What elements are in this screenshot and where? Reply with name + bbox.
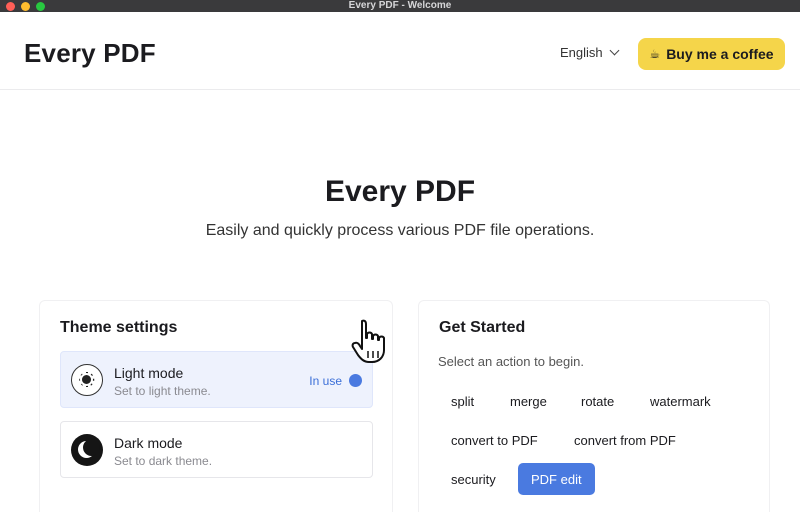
moon-icon	[71, 434, 103, 466]
chevron-down-icon	[609, 45, 620, 56]
dark-mode-label: Dark mode	[114, 435, 183, 451]
get-started-title: Get Started	[439, 319, 526, 336]
coffee-cup-icon: ☕	[649, 47, 661, 61]
selected-radio-indicator	[349, 374, 362, 387]
app-header: Every PDF English ☕ Buy me a coffee	[0, 12, 800, 90]
language-label: English	[560, 45, 603, 60]
security-action-button[interactable]: security	[438, 463, 509, 495]
brand-logo[interactable]: Every PDF	[24, 38, 156, 69]
convert-to-pdf-action-button[interactable]: convert to PDF	[438, 424, 551, 456]
convert-from-pdf-action-button[interactable]: convert from PDF	[561, 424, 689, 456]
merge-action-button[interactable]: merge	[497, 385, 560, 417]
dark-mode-option[interactable]: Dark mode Set to dark theme.	[60, 421, 373, 478]
buy-me-a-coffee-button[interactable]: ☕ Buy me a coffee	[638, 38, 785, 70]
theme-settings-title: Theme settings	[60, 319, 178, 336]
coffee-button-label: Buy me a coffee	[666, 46, 774, 62]
rotate-action-button[interactable]: rotate	[568, 385, 627, 417]
light-mode-description: Set to light theme.	[114, 384, 211, 398]
close-window-button[interactable]	[6, 2, 15, 11]
dark-mode-description: Set to dark theme.	[114, 454, 213, 468]
hero-title: Every PDF	[324, 175, 476, 208]
get-started-description: Select an action to begin.	[438, 354, 584, 369]
watermark-action-button[interactable]: watermark	[637, 385, 724, 417]
zoom-window-button[interactable]	[36, 2, 45, 11]
theme-settings-card: Theme settings Light mode Set to light t…	[39, 300, 393, 512]
pdf-edit-action-button[interactable]: PDF edit	[518, 463, 595, 495]
language-selector[interactable]: English	[560, 45, 620, 60]
hero-subtitle: Easily and quickly process various PDF f…	[205, 222, 595, 239]
pointer-hand-cursor-icon	[351, 319, 385, 363]
light-mode-label: Light mode	[114, 365, 184, 381]
traffic-lights	[6, 2, 45, 11]
window-title: Every PDF - Welcome	[348, 0, 452, 11]
split-action-button[interactable]: split	[438, 385, 487, 417]
window-titlebar: Every PDF - Welcome	[0, 0, 800, 12]
minimize-window-button[interactable]	[21, 2, 30, 11]
sun-icon	[71, 364, 103, 396]
light-mode-option[interactable]: Light mode Set to light theme. In use	[60, 351, 373, 408]
in-use-badge: In use	[309, 374, 342, 388]
get-started-card: Get Started Select an action to begin. s…	[418, 300, 770, 512]
